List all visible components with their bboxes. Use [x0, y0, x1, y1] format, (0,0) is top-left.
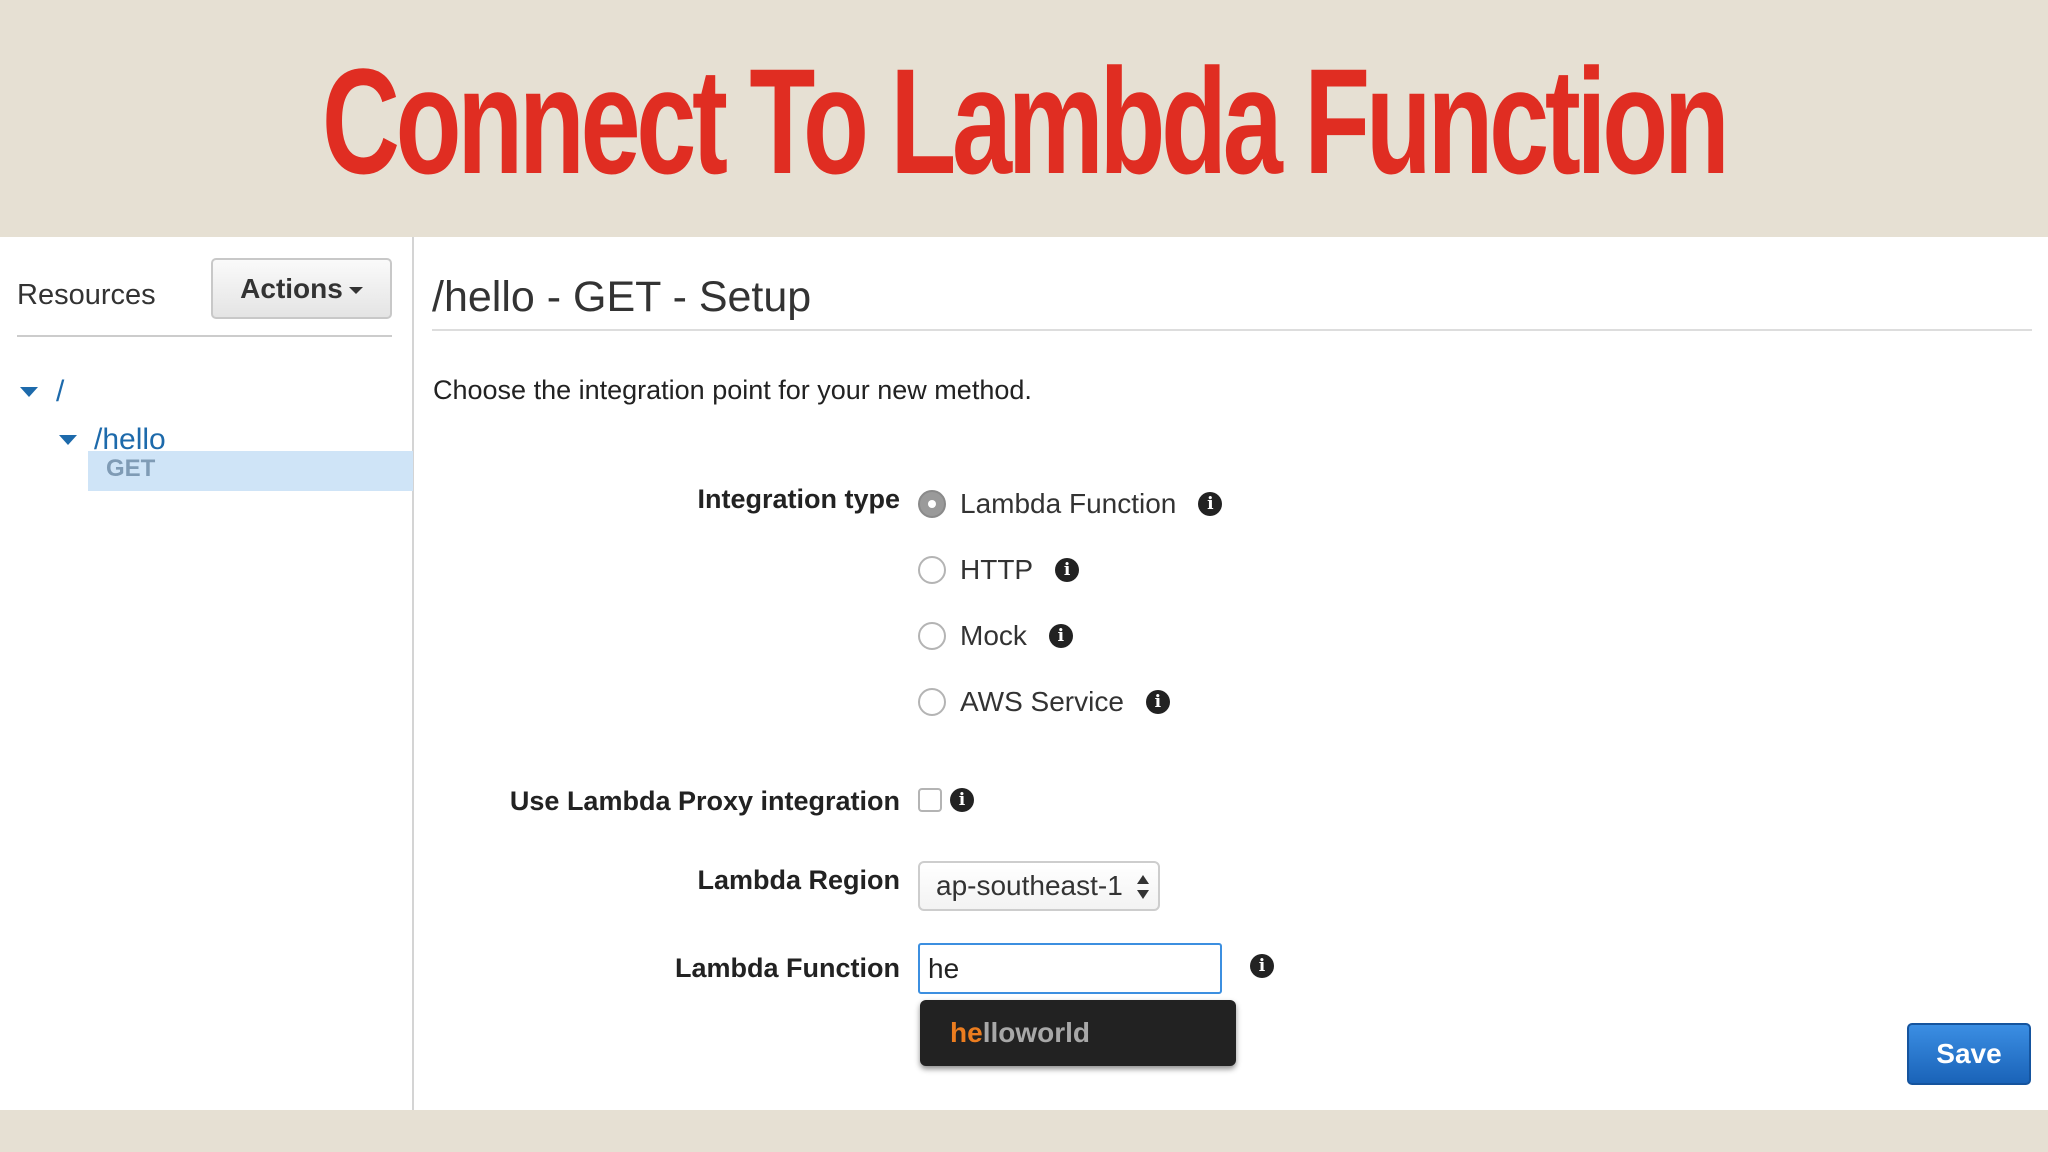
resources-sidebar: Resources Actions / /hello GET: [0, 237, 414, 1110]
proxy-integration-checkbox[interactable]: [918, 788, 942, 812]
info-icon[interactable]: i: [1055, 558, 1080, 582]
caret-down-icon[interactable]: [20, 387, 38, 397]
caret-down-icon: [348, 287, 363, 294]
suggestion-helloworld[interactable]: helloworld: [950, 1017, 1090, 1049]
suggestion-rest: lloworld: [982, 1017, 1091, 1048]
mock-radio[interactable]: [918, 622, 946, 650]
lambda-function-radio-label[interactable]: Lambda Function: [960, 488, 1176, 520]
autocomplete-suggestion[interactable]: helloworld: [920, 1000, 1236, 1066]
resources-label: Resources: [17, 279, 156, 311]
sidebar-divider: [17, 335, 392, 337]
radio-option-lambda[interactable]: Lambda Function i: [918, 488, 1223, 520]
mock-radio-label[interactable]: Mock: [960, 620, 1027, 652]
integration-type-label: Integration type: [697, 484, 900, 514]
info-icon[interactable]: i: [1048, 624, 1073, 648]
page-title: /hello - GET - Setup: [432, 273, 812, 321]
info-icon[interactable]: i: [1250, 954, 1274, 978]
radio-option-mock[interactable]: Mock i: [918, 620, 1073, 652]
http-radio-label[interactable]: HTTP: [960, 554, 1033, 586]
lambda-region-value: ap-southeast-1: [936, 870, 1123, 901]
lambda-function-label: Lambda Function: [675, 953, 900, 983]
save-button[interactable]: Save: [1907, 1023, 2031, 1085]
info-icon[interactable]: i: [1198, 492, 1223, 516]
radio-option-aws-service[interactable]: AWS Service i: [918, 686, 1170, 718]
bottom-strip: [0, 1110, 2048, 1152]
lambda-region-select[interactable]: ap-southeast-1: [918, 861, 1160, 911]
caret-down-icon[interactable]: [59, 435, 77, 445]
title-divider: [432, 329, 2032, 331]
aws-service-radio-label[interactable]: AWS Service: [960, 686, 1124, 718]
tree-item-root-label[interactable]: /: [56, 375, 64, 409]
http-radio[interactable]: [918, 556, 946, 584]
actions-button[interactable]: Actions: [211, 258, 392, 319]
actions-button-label: Actions: [240, 272, 343, 304]
tree-item-get-label[interactable]: GET: [106, 455, 155, 483]
info-icon[interactable]: i: [950, 788, 974, 812]
lambda-region-label: Lambda Region: [697, 865, 900, 895]
intro-text: Choose the integration point for your ne…: [433, 375, 1032, 405]
tree-item-root[interactable]: /: [20, 375, 64, 409]
title-banner: Connect To Lambda Function: [0, 0, 2048, 237]
api-gateway-panel: Resources Actions / /hello GET /hello - …: [0, 237, 2048, 1110]
suggestion-match: he: [950, 1017, 983, 1048]
aws-service-radio[interactable]: [918, 688, 946, 716]
radio-option-http[interactable]: HTTP i: [918, 554, 1080, 586]
banner-title: Connect To Lambda Function: [322, 36, 1730, 205]
lambda-function-input[interactable]: [918, 943, 1222, 994]
proxy-integration-label: Use Lambda Proxy integration: [509, 786, 900, 816]
select-arrows-icon: [1137, 875, 1149, 899]
lambda-function-radio[interactable]: [918, 490, 946, 518]
info-icon[interactable]: i: [1145, 690, 1170, 714]
